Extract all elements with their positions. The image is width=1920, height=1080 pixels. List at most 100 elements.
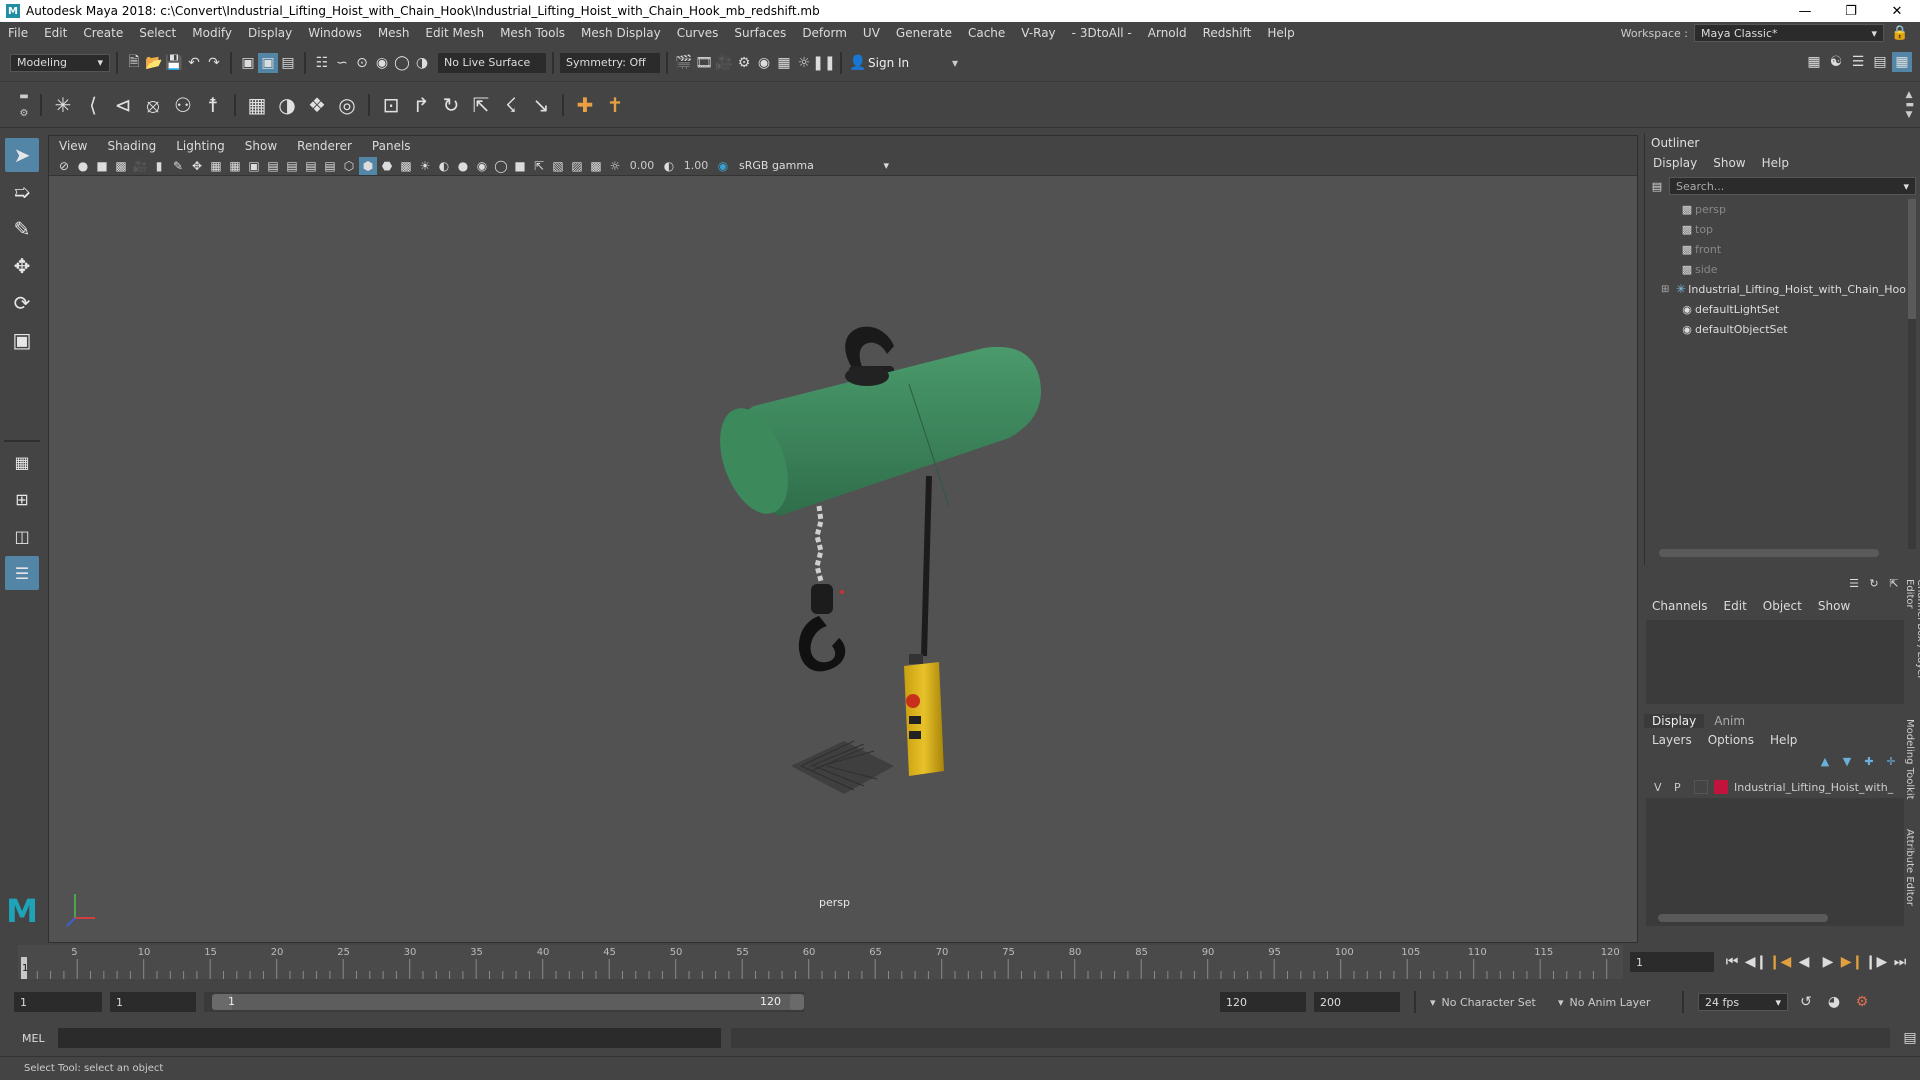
layer-menu-layers[interactable]: Layers xyxy=(1644,730,1700,750)
new-layer-from-selected-icon[interactable]: ✛ xyxy=(1882,751,1900,771)
layer-color-swatch[interactable] xyxy=(1714,780,1728,794)
image-plane-icon[interactable]: ▩ xyxy=(112,157,130,175)
go-to-end-icon[interactable]: ⏭ xyxy=(1890,952,1910,972)
create-locator-icon[interactable]: ✳ xyxy=(48,90,78,120)
layer-name[interactable]: Industrial_Lifting_Hoist_with_C xyxy=(1734,781,1894,794)
step-forward-frame-icon[interactable]: ▶❙ xyxy=(1841,952,1864,972)
create-joint-icon[interactable]: ⟨ xyxy=(78,90,108,120)
exposure-value[interactable]: 0.00 xyxy=(625,159,659,172)
menu-edit-mesh[interactable]: Edit Mesh xyxy=(417,22,492,44)
motion-blur-icon[interactable]: ◉ xyxy=(473,157,491,175)
viewport-canvas[interactable]: persp xyxy=(49,176,1637,942)
tab-modeling-toolkit[interactable]: Modeling Toolkit xyxy=(1904,715,1915,825)
script-editor-icon[interactable]: ▤ xyxy=(1900,1028,1920,1048)
character-controls-icon[interactable]: ☯ xyxy=(1826,52,1846,72)
safe-title-icon[interactable]: ▤ xyxy=(321,157,339,175)
fps-dropdown[interactable]: 24 fps ▾ xyxy=(1698,993,1788,1011)
snap-view-icon[interactable]: ◉ xyxy=(372,53,392,73)
lattice-icon[interactable]: ❖ xyxy=(302,90,332,120)
resolution-gate-icon[interactable]: ▣ xyxy=(245,157,263,175)
menu-redshift[interactable]: Redshift xyxy=(1195,22,1260,44)
list-item[interactable]: ▩ front xyxy=(1679,239,1906,259)
snap-surface-icon[interactable]: ◯ xyxy=(392,53,412,73)
scrollbar-thumb[interactable] xyxy=(1908,199,1916,319)
shadows-icon[interactable]: ◐ xyxy=(435,157,453,175)
ipr-render-icon[interactable]: 🎥 xyxy=(714,53,734,73)
constraint-aim-icon[interactable]: ↱ xyxy=(406,90,436,120)
move-layer-down-icon[interactable]: ▼ xyxy=(1838,751,1856,771)
mode-dropdown[interactable]: Modeling ▾ xyxy=(10,53,110,72)
layer-menu-help[interactable]: Help xyxy=(1762,730,1805,750)
character-set-dropdown[interactable]: ▾ No Character Set xyxy=(1430,996,1550,1009)
camera-attributes-icon[interactable]: ● xyxy=(74,157,92,175)
constraint-point-icon[interactable]: ⊡ xyxy=(376,90,406,120)
sign-in-button[interactable]: 👤 Sign In ▾ xyxy=(848,53,958,73)
constraint-parent-icon[interactable]: ☇ xyxy=(496,90,526,120)
paint-select-tool-icon[interactable]: ✎ xyxy=(5,212,39,246)
menu-mesh-tools[interactable]: Mesh Tools xyxy=(492,22,573,44)
symmetry-field[interactable]: Symmetry: Off xyxy=(560,52,660,73)
camera-icon[interactable]: 🎥 xyxy=(131,157,149,175)
outliner-horizontal-scrollbar[interactable] xyxy=(1659,549,1879,557)
two-view-layout-icon[interactable]: ◫ xyxy=(5,519,39,553)
open-scene-icon[interactable]: 📂 xyxy=(144,53,164,73)
screen-space-ao-icon[interactable]: ● xyxy=(454,157,472,175)
layer-horizontal-scrollbar[interactable] xyxy=(1658,914,1828,922)
select-hierarchy-icon[interactable]: ▣ xyxy=(238,53,258,73)
outliner-search-input[interactable]: Search... ▾ xyxy=(1669,177,1916,195)
tab-attribute-editor[interactable]: Attribute Editor xyxy=(1904,825,1915,935)
layer-menu-options[interactable]: Options xyxy=(1700,730,1762,750)
shelf-tabs-toggle[interactable]: ▬ ⚙ xyxy=(14,91,34,119)
menu-vray[interactable]: V-Ray xyxy=(1013,22,1063,44)
anim-layer-dropdown[interactable]: ▾ No Anim Layer xyxy=(1558,996,1668,1009)
new-layer-icon[interactable]: ✚ xyxy=(1860,751,1878,771)
shelf-scroll[interactable]: ▲ ▬ ▼ xyxy=(1905,90,1914,120)
playback-end-field[interactable]: 120 xyxy=(1220,992,1306,1012)
menu-select[interactable]: Select xyxy=(131,22,184,44)
snap-grid-icon[interactable]: ☷ xyxy=(312,53,332,73)
menu-file[interactable]: File xyxy=(0,22,36,44)
exposure-icon[interactable]: ☼ xyxy=(606,157,624,175)
bookmark-icon[interactable]: ■ xyxy=(93,157,111,175)
menu-modify[interactable]: Modify xyxy=(184,22,240,44)
xray-icon[interactable]: ▧ xyxy=(549,157,567,175)
ik-spline-icon[interactable]: ⦻ xyxy=(138,90,168,120)
light-editor-icon[interactable]: ☼ xyxy=(794,53,814,73)
viewport-menu-view[interactable]: View xyxy=(49,139,97,153)
list-item[interactable]: ◉ defaultLightSet xyxy=(1679,299,1906,319)
select-tool-icon[interactable]: ➤ xyxy=(5,138,39,172)
lasso-tool-icon[interactable]: ➯ xyxy=(5,175,39,209)
constraint-scale-icon[interactable]: ⇱ xyxy=(466,90,496,120)
viewport-menu-shading[interactable]: Shading xyxy=(97,139,166,153)
render-frame-icon[interactable]: 🎬 xyxy=(674,53,694,73)
film-gate-icon[interactable]: ▦ xyxy=(207,157,225,175)
animation-start-field[interactable]: 1 xyxy=(14,992,102,1012)
outliner-menu-display[interactable]: Display xyxy=(1645,153,1705,173)
outliner-menu-show[interactable]: Show xyxy=(1705,153,1753,173)
preferences-icon[interactable]: ⚙ xyxy=(1852,992,1872,1012)
viewport-menu-lighting[interactable]: Lighting xyxy=(166,139,235,153)
channel-menu-channels[interactable]: Channels xyxy=(1644,596,1716,616)
xray-components-icon[interactable]: ▩ xyxy=(587,157,605,175)
set-key-icon[interactable]: ✝ xyxy=(600,90,630,120)
grease-pencil-icon[interactable]: ✎ xyxy=(169,157,187,175)
layer-visibility-toggle[interactable]: V xyxy=(1654,781,1668,794)
xray-joints-icon[interactable]: ▨ xyxy=(568,157,586,175)
render-settings-icon[interactable]: ⚙ xyxy=(734,53,754,73)
select-object-icon[interactable]: ▣ xyxy=(258,52,278,73)
menu-uv[interactable]: UV xyxy=(855,22,888,44)
step-back-frame-icon[interactable]: ❙◀ xyxy=(1769,952,1792,972)
ik-handle-icon[interactable]: ⊲ xyxy=(108,90,138,120)
menu-display[interactable]: Display xyxy=(240,22,300,44)
range-bar[interactable] xyxy=(232,994,796,1010)
tab-anim[interactable]: Anim xyxy=(1706,714,1753,728)
channel-menu-edit[interactable]: Edit xyxy=(1716,596,1755,616)
list-item[interactable]: ⊞ ✳ Industrial_Lifting_Hoist_with_Chain_Ho… xyxy=(1661,279,1906,299)
list-item[interactable]: ▩ persp xyxy=(1679,199,1906,219)
rotate-tool-icon[interactable]: ⟳ xyxy=(5,286,39,320)
isolate-select-icon[interactable]: ⇱ xyxy=(530,157,548,175)
outliner-vertical-scrollbar[interactable] xyxy=(1908,199,1916,549)
refresh-icon[interactable]: ↻ xyxy=(1866,573,1882,593)
live-surface-field[interactable]: No Live Surface xyxy=(438,52,546,73)
single-perspective-layout-icon[interactable]: ▦ xyxy=(5,445,39,479)
